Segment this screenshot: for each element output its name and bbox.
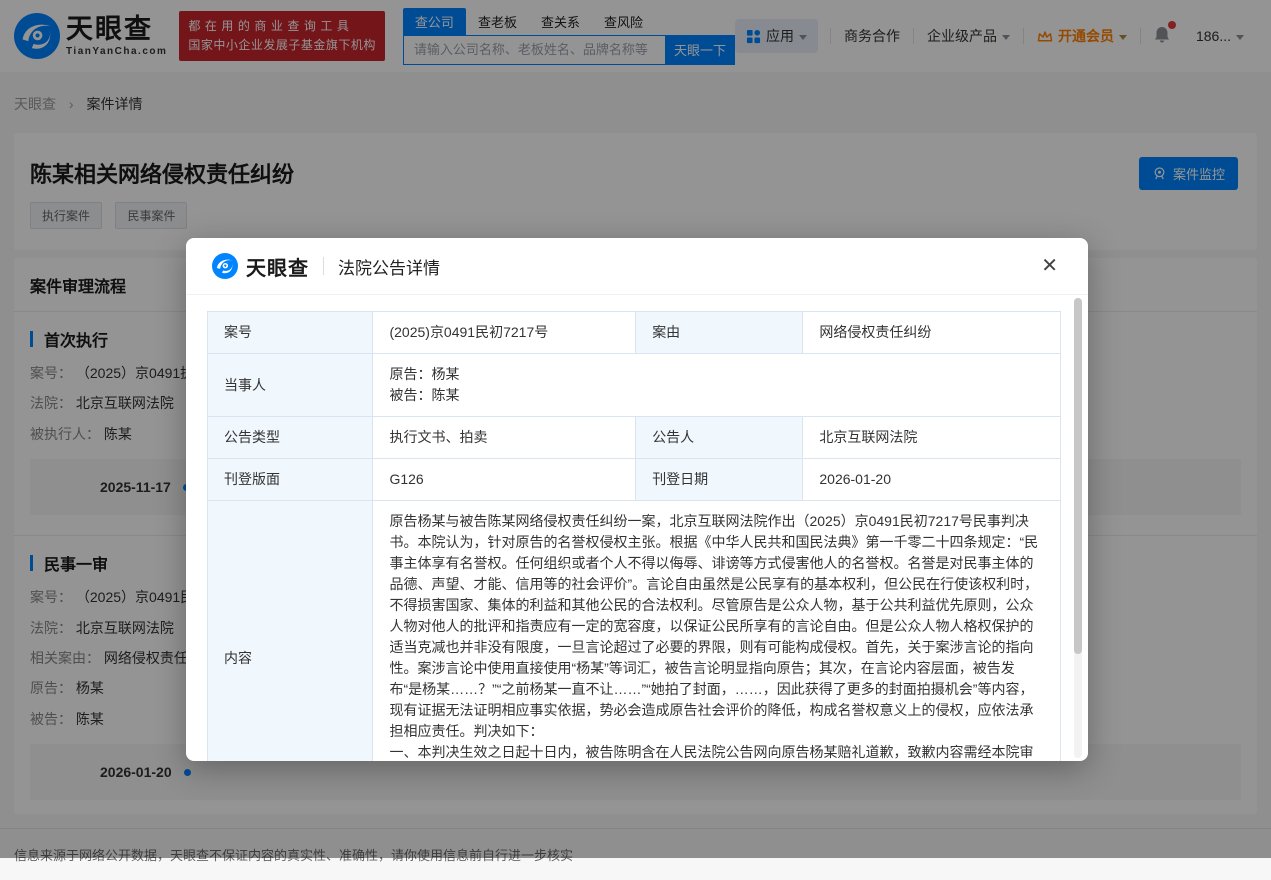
parties-label: 当事人 (208, 354, 373, 417)
cause-label: 案由 (636, 312, 803, 354)
publish-page-value: G126 (373, 459, 636, 501)
parties-value: 原告：杨某 被告：陈某 (373, 354, 1061, 417)
case-number-label: 案号 (208, 312, 373, 354)
table-row: 当事人 原告：杨某 被告：陈某 (208, 354, 1061, 417)
court-announcement-modal: 天眼查 法院公告详情 ✕ 案号 (2025)京0491民初7217号 案由 网络… (186, 238, 1088, 761)
table-row: 刊登版面 G126 刊登日期 2026-01-20 (208, 459, 1061, 501)
close-icon[interactable]: ✕ (1037, 252, 1062, 280)
modal-brand: 天眼查 (246, 252, 309, 281)
announcer-label: 公告人 (636, 417, 803, 459)
announcement-detail-table: 案号 (2025)京0491民初7217号 案由 网络侵权责任纠纷 当事人 原告… (207, 311, 1061, 761)
modal-title: 法院公告详情 (338, 254, 440, 279)
case-number-value: (2025)京0491民初7217号 (373, 312, 636, 354)
table-row: 案号 (2025)京0491民初7217号 案由 网络侵权责任纠纷 (208, 312, 1061, 354)
plaintiff: 原告：杨某 (389, 364, 1044, 385)
modal-body: 案号 (2025)京0491民初7217号 案由 网络侵权责任纠纷 当事人 原告… (186, 295, 1088, 761)
notice-type-label: 公告类型 (208, 417, 373, 459)
cause-value: 网络侵权责任纠纷 (803, 312, 1061, 354)
tianyancha-logo-icon (212, 253, 238, 279)
announcer-value: 北京互联网法院 (803, 417, 1061, 459)
publish-date-label: 刊登日期 (636, 459, 803, 501)
notice-type-value: 执行文书、拍卖 (373, 417, 636, 459)
table-row: 公告类型 执行文书、拍卖 公告人 北京互联网法院 (208, 417, 1061, 459)
publish-date-value: 2026-01-20 (803, 459, 1061, 501)
modal-scrollbar[interactable] (1074, 298, 1082, 758)
table-row: 内容 原告杨某与被告陈某网络侵权责任纠纷一案，北京互联网法院作出（2025）京0… (208, 501, 1061, 762)
publish-page-label: 刊登版面 (208, 459, 373, 501)
divider (323, 257, 324, 275)
content-value: 原告杨某与被告陈某网络侵权责任纠纷一案，北京互联网法院作出（2025）京0491… (373, 501, 1061, 762)
content-label: 内容 (208, 501, 373, 762)
defendant: 被告：陈某 (389, 385, 1044, 406)
modal-scrollbar-thumb[interactable] (1074, 298, 1082, 654)
modal-header: 天眼查 法院公告详情 ✕ (186, 238, 1088, 295)
